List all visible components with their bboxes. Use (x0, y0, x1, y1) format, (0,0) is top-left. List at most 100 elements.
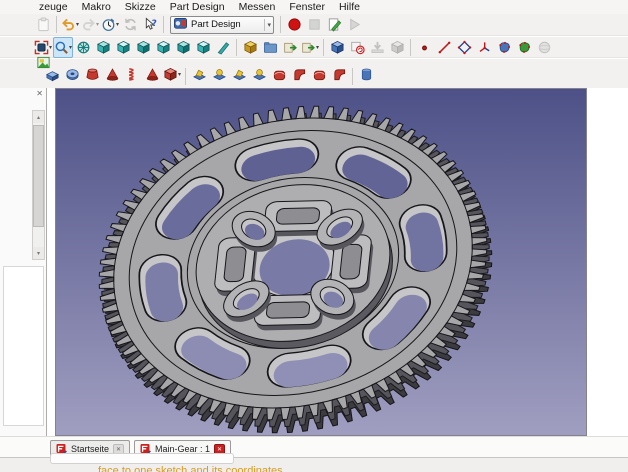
import-button[interactable] (367, 37, 387, 58)
datum-point-button[interactable] (414, 37, 434, 58)
pocket-icon (232, 67, 247, 82)
paste-button[interactable] (33, 14, 53, 35)
revolution-button[interactable] (62, 64, 82, 85)
toolbar-separator (323, 39, 324, 56)
status-hint-text: face to one sketch and its coordinates (98, 465, 283, 472)
cube3-icon (136, 40, 151, 55)
clone-button[interactable] (534, 37, 554, 58)
menu-fenster[interactable]: Fenster (283, 1, 333, 13)
export-button[interactable] (280, 37, 300, 58)
scroll-up-icon[interactable]: ▴ (33, 111, 44, 123)
toolbar-view: ▾ ▾ ▾ (0, 37, 628, 58)
view-isometric-button[interactable] (93, 37, 113, 58)
thickness-button[interactable] (329, 64, 349, 85)
pocket2-icon (252, 67, 267, 82)
additive-cone-button[interactable] (142, 64, 162, 85)
additive-helix-button[interactable] (122, 64, 142, 85)
edit-doc-icon (327, 17, 342, 32)
svg-text:?: ? (151, 19, 156, 29)
redo-button[interactable]: ▾ (80, 14, 100, 35)
pocket-button[interactable] (189, 64, 209, 85)
local-cs-button[interactable] (474, 37, 494, 58)
subtractive-pipe-button[interactable] (249, 64, 269, 85)
toolbar-separator (163, 16, 164, 33)
gear-model (56, 89, 588, 438)
export-icon (283, 40, 298, 55)
open-folder-button[interactable] (260, 37, 280, 58)
whats-this-button[interactable]: ? (140, 14, 160, 35)
cone-icon (145, 67, 160, 82)
view-rear-button[interactable] (173, 37, 193, 58)
reload-part-button[interactable] (347, 37, 367, 58)
additive-loft-button[interactable] (82, 64, 102, 85)
magnifier-icon (54, 40, 69, 55)
stop-icon (307, 17, 322, 32)
menu-hilfe[interactable]: Hilfe (333, 1, 368, 13)
primitive-cylinder-button[interactable] (356, 64, 376, 85)
camera-box-button[interactable] (387, 37, 407, 58)
cube-icon (96, 40, 111, 55)
status-bar: face to one sketch and its coordinates (0, 457, 628, 472)
part-blue-button[interactable] (327, 37, 347, 58)
image-plane-button[interactable] (33, 52, 53, 73)
cursor-help-icon: ? (143, 17, 158, 32)
macro-record-button[interactable] (284, 14, 304, 35)
view-bottom-button[interactable] (193, 37, 213, 58)
chamfer-button[interactable] (289, 64, 309, 85)
shape-binder-button[interactable] (494, 37, 514, 58)
refresh-icon (123, 17, 138, 32)
subshape-binder-button[interactable] (514, 37, 534, 58)
macro-stop-button[interactable] (304, 14, 324, 35)
scrollbar-thumb[interactable] (33, 125, 44, 227)
part-export-yellow-button[interactable] (240, 37, 260, 58)
menu-messen[interactable]: Messen (233, 1, 284, 13)
export-alt-button[interactable]: ▾ (300, 37, 320, 58)
draft-button[interactable] (309, 64, 329, 85)
record-icon (287, 17, 302, 32)
toolbar-separator (236, 39, 237, 56)
datum-plane-button[interactable] (454, 37, 474, 58)
view-right-button[interactable] (153, 37, 173, 58)
dropdown-caret-icon: ▾ (69, 44, 72, 51)
workbench-selector-value: Part Design (191, 19, 260, 30)
view-front-button[interactable] (113, 37, 133, 58)
draw-style-button[interactable] (73, 37, 93, 58)
workbench-selector[interactable]: Part Design▾ (170, 16, 274, 34)
toolbar-separator (280, 16, 281, 33)
box-badge-icon (350, 40, 365, 55)
menu-bar: zeugeMakroSkizzePart DesignMessenFenster… (0, 0, 628, 14)
dropdown-caret-icon: ▾ (49, 44, 52, 51)
box-blue-icon (330, 40, 345, 55)
panel-close-icon[interactable]: ✕ (36, 89, 43, 98)
menu-makro[interactable]: Makro (76, 1, 119, 13)
additive-pipe-button[interactable] (102, 64, 122, 85)
box-yellow-icon (243, 40, 258, 55)
panel-scrollbar[interactable]: ▴ ▾ (32, 110, 45, 260)
groove-button[interactable] (229, 64, 249, 85)
pocket-icon (192, 67, 207, 82)
view-top-button[interactable] (133, 37, 153, 58)
menu-skizze[interactable]: Skizze (119, 1, 164, 13)
round-red-icon (272, 67, 287, 82)
refresh-button[interactable] (120, 14, 140, 35)
undo-button[interactable]: ▾ (60, 14, 80, 35)
macro-play-button[interactable] (344, 14, 364, 35)
datum-line-button[interactable] (434, 37, 454, 58)
macro-timer-button[interactable]: ▾ (100, 14, 120, 35)
wheel-icon (76, 40, 91, 55)
macro-edit-button[interactable] (324, 14, 344, 35)
menu-part-design[interactable]: Part Design (164, 1, 233, 13)
3d-viewport[interactable] (55, 88, 587, 436)
fillet-button[interactable] (269, 64, 289, 85)
import-icon (370, 40, 385, 55)
dot-icon (417, 40, 432, 55)
toolbar-separator (410, 39, 411, 56)
menu-zeuge[interactable]: zeuge (33, 1, 76, 13)
measure-button[interactable] (213, 37, 233, 58)
zoom-tool-button[interactable]: ▾ (53, 37, 73, 58)
hole-button[interactable] (209, 64, 229, 85)
box-gray-icon (390, 40, 405, 55)
primitive-additive-button[interactable]: ▾ (162, 64, 182, 85)
scroll-down-icon[interactable]: ▾ (33, 247, 44, 259)
folder-icon (263, 40, 278, 55)
